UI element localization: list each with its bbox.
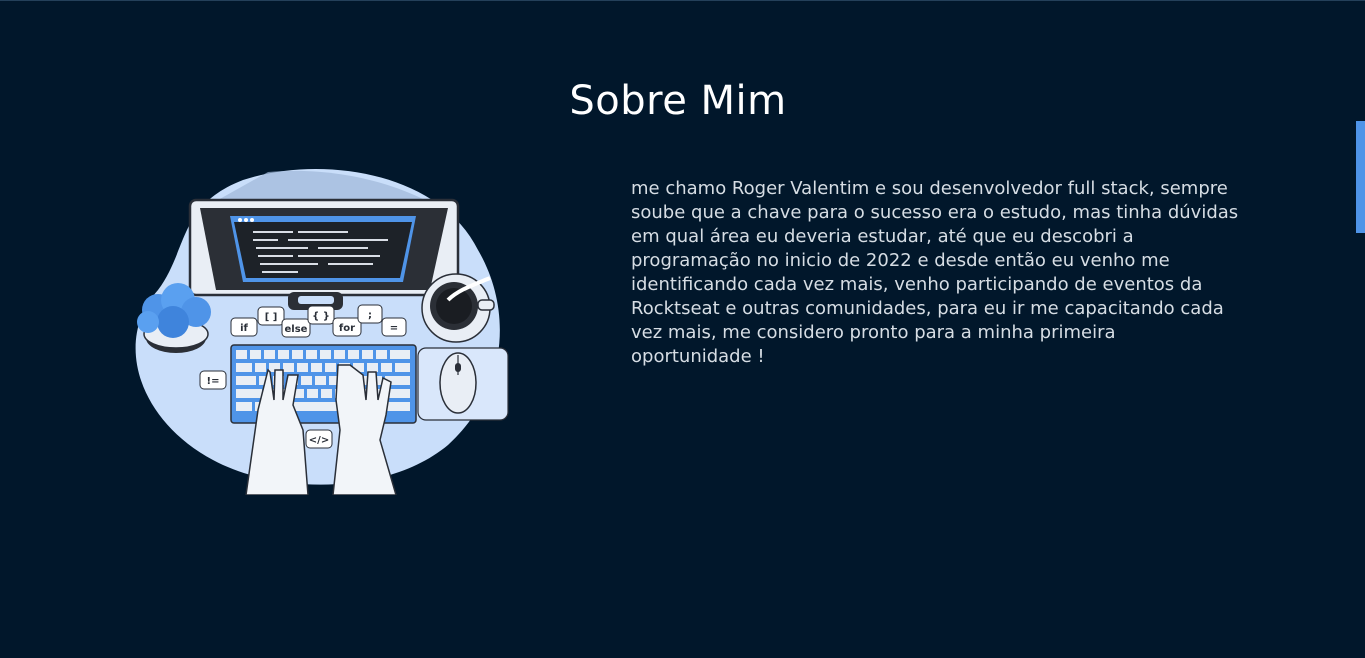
svg-text:;: ; xyxy=(368,310,372,321)
svg-text:[ ]: [ ] xyxy=(265,312,278,323)
developer-illustration: if [ ] else { } for ; = != </> xyxy=(135,168,509,495)
scrollbar-thumb[interactable] xyxy=(1356,121,1365,233)
svg-text:if: if xyxy=(240,323,248,334)
bubble-equals: = xyxy=(381,317,407,337)
bubble-for: for xyxy=(332,317,362,337)
svg-text:{ }: { } xyxy=(312,311,330,322)
top-divider xyxy=(0,0,1365,1)
bubble-tag: </> xyxy=(305,429,333,449)
bubble-not-equal: != xyxy=(199,370,227,390)
svg-text:=: = xyxy=(390,323,398,334)
about-paragraph: me chamo Roger Valentim e sou desenvolve… xyxy=(631,178,1239,367)
svg-text:</>: </> xyxy=(309,435,329,446)
svg-text:!=: != xyxy=(207,376,220,387)
mouse-icon xyxy=(439,352,477,414)
bubble-else: else xyxy=(281,318,311,338)
bubble-braces: { } xyxy=(307,305,335,325)
bubble-brackets: [ ] xyxy=(257,306,285,326)
section-title: Sobre Mim xyxy=(569,78,787,124)
monitor-icon xyxy=(188,198,460,310)
bubble-if: if xyxy=(230,317,258,337)
bubble-semicolon: ; xyxy=(357,304,383,324)
svg-text:for: for xyxy=(339,323,355,334)
about-section: Sobre Mim if [] else {} for ; = != </>… xyxy=(0,0,1365,658)
svg-text:else: else xyxy=(285,324,308,335)
